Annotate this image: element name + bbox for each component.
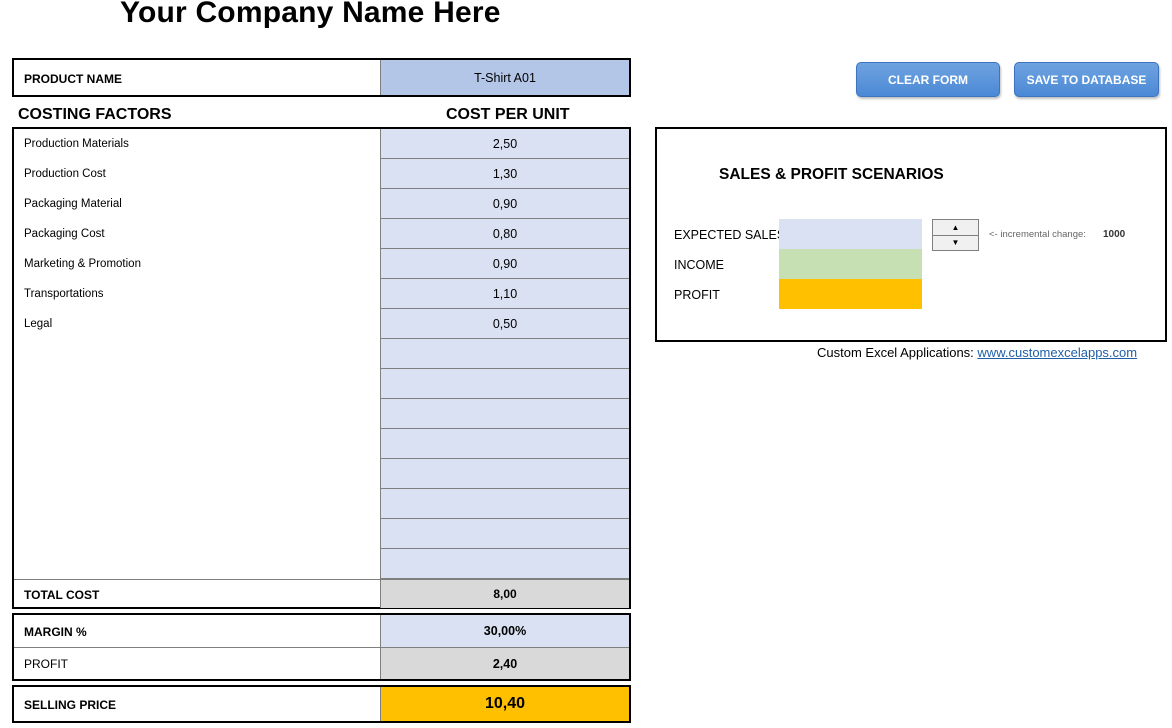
costing-factors-header: COSTING FACTORS bbox=[18, 106, 172, 123]
cost-per-unit-input[interactable] bbox=[380, 429, 629, 459]
total-cost-label: TOTAL COST bbox=[24, 588, 100, 602]
costing-factor-label: Production Cost bbox=[24, 168, 106, 180]
costing-row bbox=[14, 459, 629, 489]
cost-per-unit-input[interactable]: 0,50 bbox=[380, 309, 629, 339]
selling-price-row: SELLING PRICE 10,40 bbox=[12, 685, 631, 723]
company-title: Your Company Name Here bbox=[120, 0, 501, 29]
cost-per-unit-input[interactable]: 0,90 bbox=[380, 249, 629, 279]
total-cost-value: 8,00 bbox=[380, 580, 629, 608]
cost-per-unit-input[interactable]: 2,50 bbox=[380, 129, 629, 159]
total-cost-row: TOTAL COST 8,00 bbox=[14, 579, 629, 608]
incremental-change-note: <- incremental change: bbox=[989, 229, 1086, 240]
costing-row bbox=[14, 519, 629, 549]
expected-sales-input[interactable] bbox=[779, 219, 922, 249]
margin-row: MARGIN % 30,00% bbox=[14, 615, 629, 648]
costing-factor-label: Production Materials bbox=[24, 138, 129, 150]
cost-per-unit-input[interactable]: 0,80 bbox=[380, 219, 629, 249]
spin-down-arrow-icon[interactable]: ▼ bbox=[933, 235, 978, 250]
footer-credit: Custom Excel Applications: www.customexc… bbox=[817, 345, 1137, 360]
costing-row: Packaging Cost 0,80 bbox=[14, 219, 629, 249]
sales-spinner[interactable]: ▲ ▼ bbox=[932, 219, 979, 251]
costing-row bbox=[14, 339, 629, 369]
costing-row bbox=[14, 429, 629, 459]
selling-price-label: SELLING PRICE bbox=[24, 698, 117, 712]
cost-per-unit-input[interactable] bbox=[380, 369, 629, 399]
footer-link[interactable]: www.customexcelapps.com bbox=[977, 345, 1137, 360]
costing-factor-label: Transportations bbox=[24, 288, 104, 300]
scenarios-title: SALES & PROFIT SCENARIOS bbox=[719, 166, 944, 183]
costing-row: Packaging Material 0,90 bbox=[14, 189, 629, 219]
margin-profit-block: MARGIN % 30,00% PROFIT 2,40 bbox=[12, 613, 631, 681]
costing-row bbox=[14, 399, 629, 429]
product-name-label: PRODUCT NAME bbox=[24, 72, 122, 86]
profit-label: PROFIT bbox=[24, 657, 68, 671]
clear-form-button[interactable]: CLEAR FORM bbox=[856, 62, 1000, 97]
costing-row: Production Materials 2,50 bbox=[14, 129, 629, 159]
margin-label: MARGIN % bbox=[24, 625, 87, 639]
cost-per-unit-input[interactable] bbox=[380, 519, 629, 549]
product-name-input[interactable]: T-Shirt A01 bbox=[380, 60, 629, 95]
cost-per-unit-input[interactable] bbox=[380, 339, 629, 369]
costing-row: Marketing & Promotion 0,90 bbox=[14, 249, 629, 279]
costing-factor-label: Marketing & Promotion bbox=[24, 258, 141, 270]
costing-row bbox=[14, 549, 629, 579]
product-name-row: PRODUCT NAME T-Shirt A01 bbox=[12, 58, 631, 97]
scenario-profit-value bbox=[779, 279, 922, 309]
cost-per-unit-input[interactable]: 1,30 bbox=[380, 159, 629, 189]
profit-value: 2,40 bbox=[380, 648, 629, 679]
income-label: INCOME bbox=[674, 258, 724, 272]
margin-input[interactable]: 30,00% bbox=[380, 615, 629, 647]
expected-sales-label: EXPECTED SALES bbox=[674, 228, 786, 242]
costing-table: Production Materials 2,50 Production Cost 1… bbox=[12, 127, 631, 609]
cost-per-unit-input[interactable]: 1,10 bbox=[380, 279, 629, 309]
costing-factor-label: Packaging Material bbox=[24, 198, 122, 210]
costing-row: Transportations 1,10 bbox=[14, 279, 629, 309]
save-to-database-button[interactable]: SAVE TO DATABASE bbox=[1014, 62, 1159, 97]
footer-text: Custom Excel Applications: bbox=[817, 345, 974, 360]
cost-per-unit-header: COST PER UNIT bbox=[446, 106, 570, 123]
costing-row: Production Cost 1,30 bbox=[14, 159, 629, 189]
costing-factor-label: Packaging Cost bbox=[24, 228, 105, 240]
costing-row: Legal 0,50 bbox=[14, 309, 629, 339]
spin-up-arrow-icon[interactable]: ▲ bbox=[933, 220, 978, 236]
profit-row: PROFIT 2,40 bbox=[14, 648, 629, 679]
cost-per-unit-input[interactable] bbox=[380, 459, 629, 489]
costing-factor-label: Legal bbox=[24, 318, 53, 330]
scenario-profit-label: PROFIT bbox=[674, 288, 720, 302]
income-value bbox=[779, 249, 922, 279]
cost-per-unit-input[interactable] bbox=[380, 399, 629, 429]
cost-per-unit-input[interactable]: 0,90 bbox=[380, 189, 629, 219]
cost-per-unit-input[interactable] bbox=[380, 549, 629, 579]
cost-per-unit-input[interactable] bbox=[380, 489, 629, 519]
sales-profit-scenarios-panel: SALES & PROFIT SCENARIOS EXPECTED SALES … bbox=[655, 127, 1167, 342]
costing-row bbox=[14, 489, 629, 519]
selling-price-value: 10,40 bbox=[380, 687, 629, 721]
costing-row bbox=[14, 369, 629, 399]
incremental-change-value: 1000 bbox=[1103, 229, 1126, 240]
